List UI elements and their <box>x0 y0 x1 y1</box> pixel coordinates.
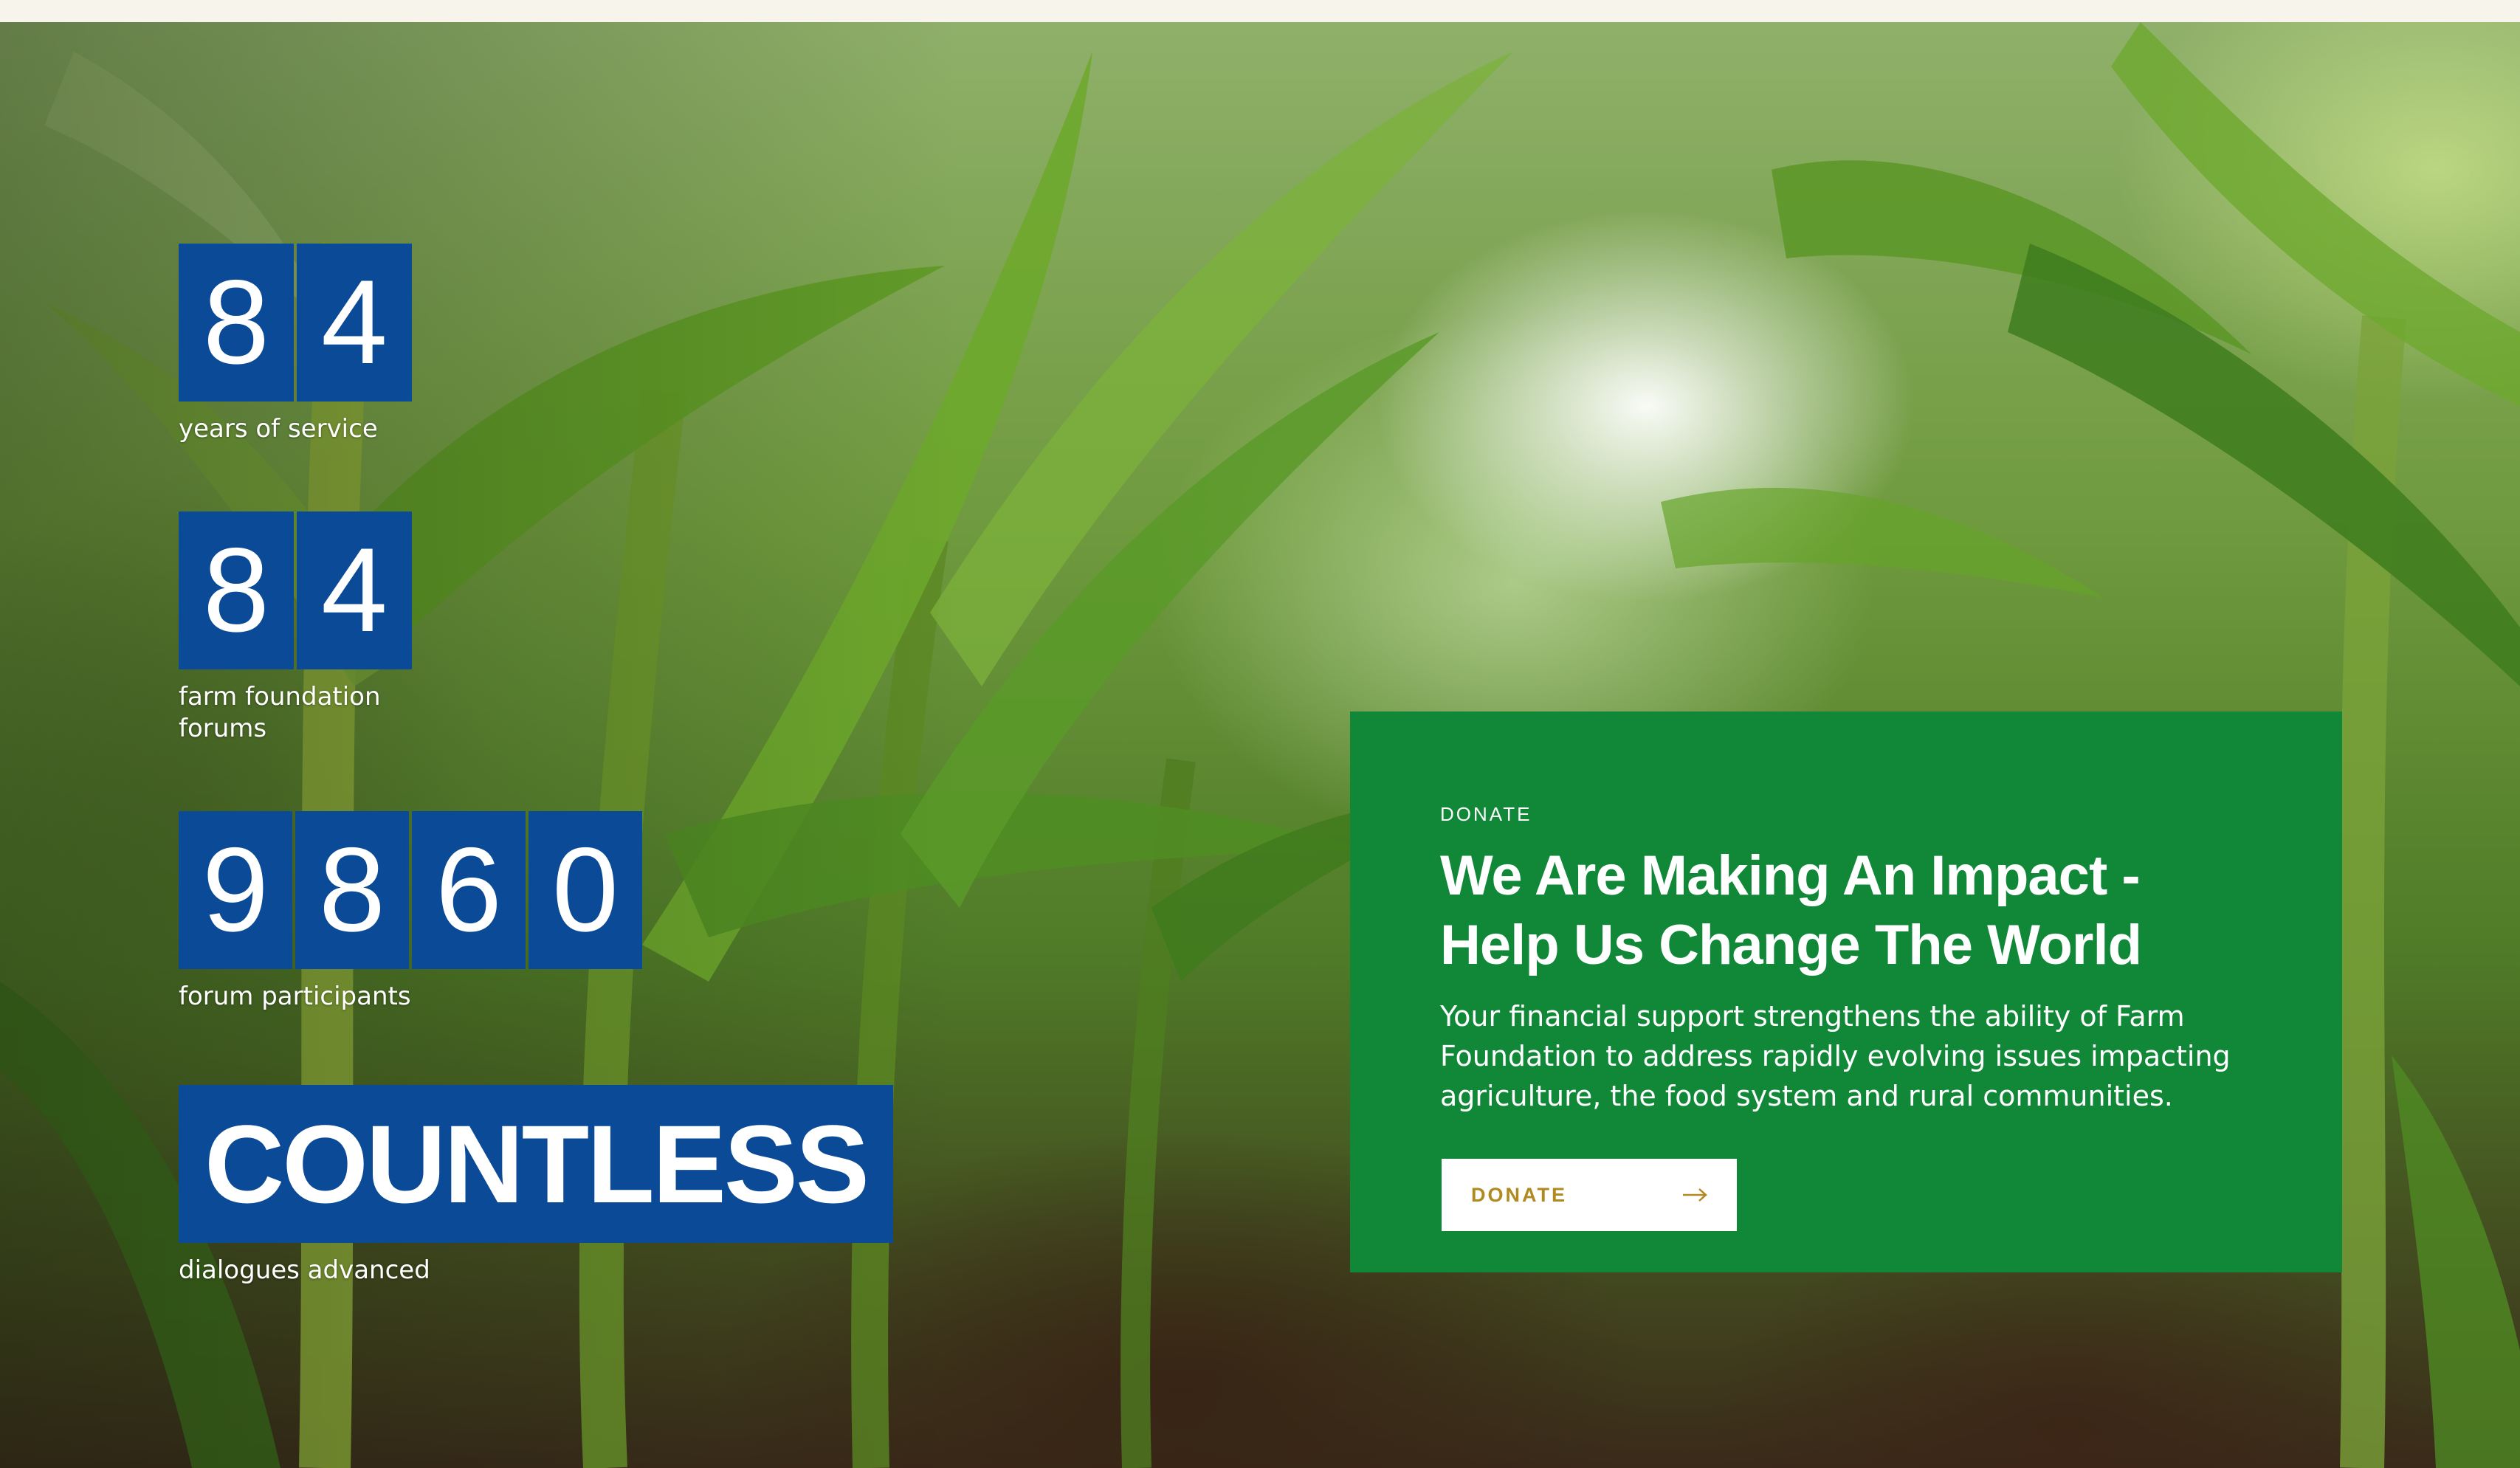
stats-column: 8 4 years of service 8 4 farm foundation… <box>0 0 960 1446</box>
stat-digit: 4 <box>297 244 412 402</box>
stat-label: forum participants <box>179 982 411 1011</box>
arrow-right-icon <box>1683 1188 1707 1202</box>
card-title: We Are Making An Impact - Help Us Change… <box>1440 844 2142 976</box>
stat-countless-word: COUNTLESS <box>179 1085 893 1243</box>
donate-button[interactable]: DONATE <box>1442 1159 1737 1231</box>
card-body: Your financial support strengthens the a… <box>1440 1000 2231 1112</box>
donate-button-label: DONATE <box>1471 1183 1567 1206</box>
stat-digit: 8 <box>179 244 294 402</box>
stat-digit: 9 <box>179 811 292 969</box>
stat-forum-participants: 9 8 6 0 forum participants <box>179 811 642 1013</box>
stat-label: farm foundation forums <box>179 682 381 743</box>
stat-label: years of service <box>179 414 378 444</box>
donate-card: DONATE We Are Making An Impact - Help Us… <box>1350 711 2342 1272</box>
stat-dialogues-advanced: COUNTLESS dialogues advanced <box>179 1085 893 1286</box>
stat-digits: 8 4 <box>179 244 444 402</box>
stat-digit: 8 <box>179 511 294 669</box>
card-eyebrow: DONATE <box>1440 803 1532 825</box>
stat-digits: 8 4 <box>179 511 422 669</box>
stat-digit: 6 <box>412 811 526 969</box>
stat-digit: 4 <box>297 511 412 669</box>
stat-farm-foundation-forums: 8 4 farm foundation forums <box>179 511 422 745</box>
stat-digit: 0 <box>529 811 642 969</box>
stat-digit: 8 <box>295 811 409 969</box>
page: 8 4 years of service 8 4 farm foundation… <box>0 0 2520 1468</box>
stat-label: dialogues advanced <box>179 1255 430 1285</box>
stat-years-of-service: 8 4 years of service <box>179 244 444 445</box>
stat-digits: 9 8 6 0 <box>179 811 642 969</box>
